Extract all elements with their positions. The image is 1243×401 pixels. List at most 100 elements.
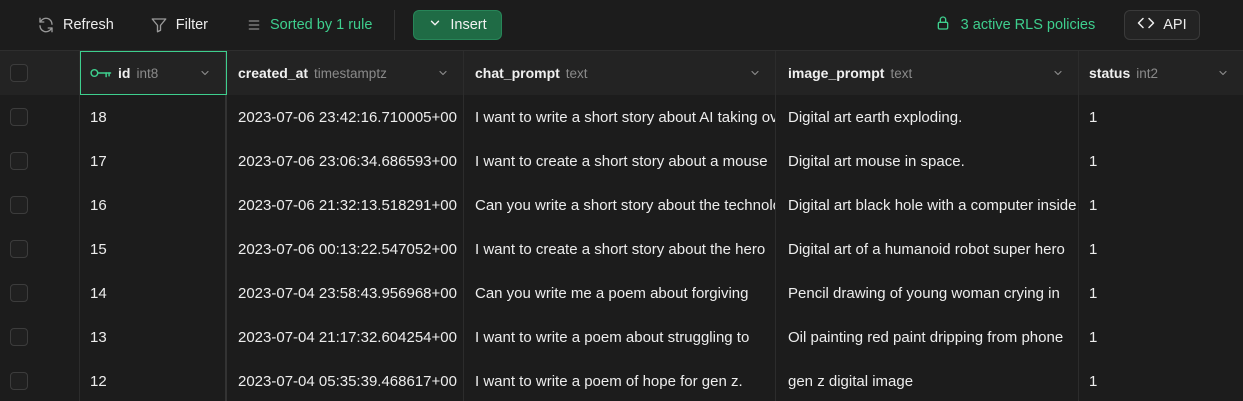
cell-chat-prompt[interactable]: I want to write a poem about struggling … — [464, 315, 776, 359]
filter-button[interactable]: Filter — [140, 11, 218, 39]
cell-status[interactable]: 1 — [1079, 183, 1243, 227]
sort-label: Sorted by 1 rule — [270, 17, 373, 33]
column-header-created-at[interactable]: created_at timestamptz — [227, 51, 464, 95]
chevron-down-icon[interactable] — [1217, 67, 1229, 79]
data-grid: id int8 created_at timestamptz chat_prom… — [0, 51, 1243, 401]
cell-id[interactable]: 17 — [80, 139, 227, 183]
table-row[interactable]: 12 2023-07-04 05:35:39.468617+00 I want … — [0, 359, 1243, 401]
cell-value: 12 — [90, 372, 107, 390]
cell-created-at[interactable]: 2023-07-04 21:17:32.604254+00 — [227, 315, 464, 359]
cell-value: Digital art of a humanoid robot super he… — [788, 240, 1065, 258]
cell-image-prompt[interactable]: Digital art mouse in space. — [776, 139, 1079, 183]
cell-value: I want to write a poem of hope for gen z… — [475, 372, 743, 390]
cell-created-at[interactable]: 2023-07-04 05:35:39.468617+00 — [227, 359, 464, 401]
rls-policies-link[interactable]: 3 active RLS policies — [935, 14, 1096, 36]
row-checkbox[interactable] — [10, 328, 28, 346]
api-button[interactable]: API — [1124, 10, 1200, 40]
cell-value: 14 — [90, 284, 107, 302]
column-name: id — [118, 65, 131, 81]
cell-chat-prompt[interactable]: I want to write a short story about AI t… — [464, 95, 776, 139]
cell-value: 1 — [1089, 152, 1098, 170]
chevron-down-icon[interactable] — [437, 67, 449, 79]
table-row[interactable]: 16 2023-07-06 21:32:13.518291+00 Can you… — [0, 183, 1243, 228]
cell-created-at[interactable]: 2023-07-06 23:42:16.710005+00 — [227, 95, 464, 139]
api-label: API — [1163, 17, 1187, 33]
refresh-button[interactable]: Refresh — [27, 11, 124, 39]
cell-image-prompt[interactable]: Pencil drawing of young woman crying in — [776, 271, 1079, 315]
cell-id[interactable]: 16 — [80, 183, 227, 227]
table-row[interactable]: 18 2023-07-06 23:42:16.710005+00 I want … — [0, 95, 1243, 140]
row-checkbox[interactable] — [10, 240, 28, 258]
cell-status[interactable]: 1 — [1079, 227, 1243, 271]
cell-value: 1 — [1089, 284, 1098, 302]
row-checkbox[interactable] — [10, 108, 28, 126]
column-header-chat-prompt[interactable]: chat_prompt text — [464, 51, 776, 95]
cell-id[interactable]: 13 — [80, 315, 227, 359]
chevron-down-icon[interactable] — [749, 67, 761, 79]
cell-value: 1 — [1089, 372, 1098, 390]
chevron-down-icon[interactable] — [199, 67, 211, 79]
table-row[interactable]: 17 2023-07-06 23:06:34.686593+00 I want … — [0, 139, 1243, 184]
filter-label: Filter — [175, 17, 209, 33]
sort-button[interactable]: Sorted by 1 rule — [236, 11, 382, 39]
cell-id[interactable]: 14 — [80, 271, 227, 315]
row-checkbox[interactable] — [10, 284, 28, 302]
insert-button[interactable]: Insert — [413, 10, 502, 40]
row-select-cell — [0, 271, 80, 315]
cell-id[interactable]: 18 — [80, 95, 227, 139]
table-row[interactable]: 15 2023-07-06 00:13:22.547052+00 I want … — [0, 227, 1243, 272]
cell-image-prompt[interactable]: gen z digital image — [776, 359, 1079, 401]
cell-chat-prompt[interactable]: Can you write me a poem about forgiving — [464, 271, 776, 315]
rls-label: 3 active RLS policies — [960, 17, 1096, 33]
cell-image-prompt[interactable]: Digital art of a humanoid robot super he… — [776, 227, 1079, 271]
cell-created-at[interactable]: 2023-07-06 23:06:34.686593+00 — [227, 139, 464, 183]
table-row[interactable]: 14 2023-07-04 23:58:43.956968+00 Can you… — [0, 271, 1243, 316]
column-type: timestamptz — [314, 65, 387, 81]
cell-chat-prompt[interactable]: Can you write a short story about the te… — [464, 183, 776, 227]
row-checkbox[interactable] — [10, 196, 28, 214]
cell-value: 2023-07-04 23:58:43.956968+00 — [238, 284, 457, 302]
cell-chat-prompt[interactable]: I want to create a short story about a m… — [464, 139, 776, 183]
cell-status[interactable]: 1 — [1079, 95, 1243, 139]
grid-header: id int8 created_at timestamptz chat_prom… — [0, 51, 1243, 96]
cell-status[interactable]: 1 — [1079, 271, 1243, 315]
row-checkbox[interactable] — [10, 152, 28, 170]
insert-label: Insert — [450, 17, 487, 33]
cell-id[interactable]: 15 — [80, 227, 227, 271]
chevron-down-icon[interactable] — [1052, 67, 1064, 79]
cell-value: 2023-07-06 23:42:16.710005+00 — [238, 108, 457, 126]
cell-status[interactable]: 1 — [1079, 139, 1243, 183]
column-name: image_prompt — [788, 65, 885, 81]
table-row[interactable]: 13 2023-07-04 21:17:32.604254+00 I want … — [0, 315, 1243, 360]
cell-value: I want to write a short story about AI t… — [475, 108, 776, 126]
column-header-status[interactable]: status int2 — [1079, 51, 1243, 95]
row-select-cell — [0, 183, 80, 227]
cell-chat-prompt[interactable]: I want to write a poem of hope for gen z… — [464, 359, 776, 401]
cell-image-prompt[interactable]: Digital art earth exploding. — [776, 95, 1079, 139]
column-header-image-prompt[interactable]: image_prompt text — [776, 51, 1079, 95]
cell-value: Can you write me a poem about forgiving — [475, 284, 749, 302]
column-type: text — [890, 65, 913, 81]
cell-id[interactable]: 12 — [80, 359, 227, 401]
cell-created-at[interactable]: 2023-07-06 21:32:13.518291+00 — [227, 183, 464, 227]
chevron-down-icon — [428, 16, 442, 34]
select-all-cell — [0, 51, 80, 95]
cell-value: I want to write a poem about struggling … — [475, 328, 750, 346]
row-checkbox[interactable] — [10, 372, 28, 390]
cell-image-prompt[interactable]: Digital art black hole with a computer i… — [776, 183, 1079, 227]
cell-status[interactable]: 1 — [1079, 315, 1243, 359]
cell-chat-prompt[interactable]: I want to create a short story about the… — [464, 227, 776, 271]
cell-value: I want to create a short story about a m… — [475, 152, 768, 170]
cell-created-at[interactable]: 2023-07-04 23:58:43.956968+00 — [227, 271, 464, 315]
column-name: created_at — [238, 65, 309, 81]
cell-value: 2023-07-06 23:06:34.686593+00 — [238, 152, 457, 170]
cell-image-prompt[interactable]: Oil painting red paint dripping from pho… — [776, 315, 1079, 359]
row-select-cell — [0, 139, 80, 183]
select-all-checkbox[interactable] — [10, 64, 28, 82]
cell-created-at[interactable]: 2023-07-06 00:13:22.547052+00 — [227, 227, 464, 271]
column-header-id[interactable]: id int8 — [80, 51, 227, 95]
row-select-cell — [0, 359, 80, 401]
row-select-cell — [0, 95, 80, 139]
refresh-label: Refresh — [63, 17, 114, 33]
cell-status[interactable]: 1 — [1079, 359, 1243, 401]
